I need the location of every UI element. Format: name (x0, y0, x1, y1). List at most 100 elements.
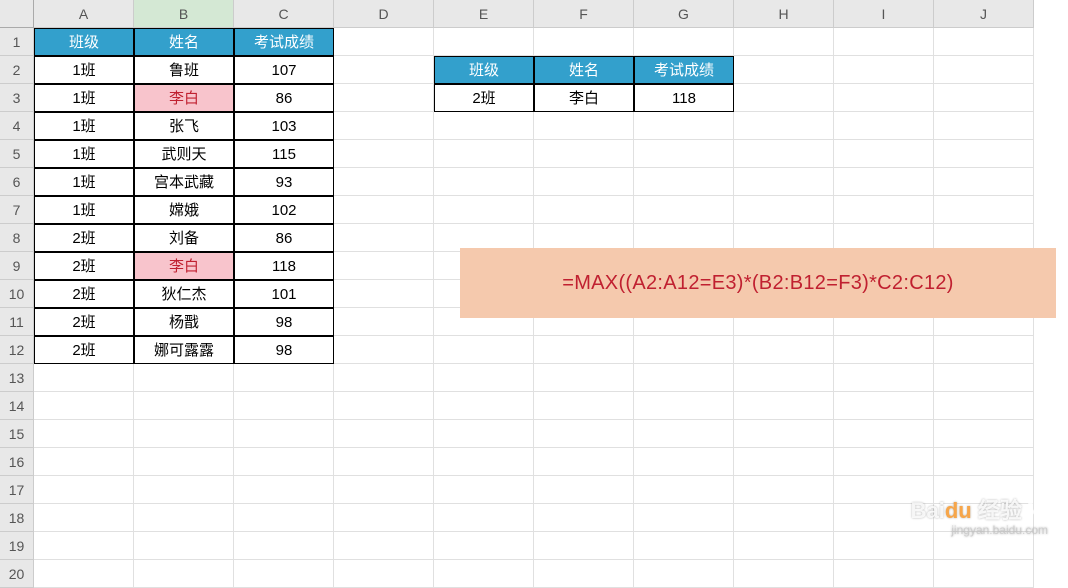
cell-A15[interactable] (34, 420, 134, 448)
column-header-G[interactable]: G (634, 0, 734, 28)
cell-E19[interactable] (434, 532, 534, 560)
row-header-20[interactable]: 20 (0, 560, 34, 588)
cell-C14[interactable] (234, 392, 334, 420)
cell-G13[interactable] (634, 364, 734, 392)
main-name-12[interactable]: 娜可露露 (134, 336, 234, 364)
lookup-class[interactable]: 2班 (434, 84, 534, 112)
cell-E4[interactable] (434, 112, 534, 140)
cell-H18[interactable] (734, 504, 834, 532)
cell-D20[interactable] (334, 560, 434, 588)
cell-I3[interactable] (834, 84, 934, 112)
main-class-3[interactable]: 1班 (34, 84, 134, 112)
main-name-11[interactable]: 杨戬 (134, 308, 234, 336)
column-header-E[interactable]: E (434, 0, 534, 28)
cell-E14[interactable] (434, 392, 534, 420)
cell-D13[interactable] (334, 364, 434, 392)
cell-G20[interactable] (634, 560, 734, 588)
cell-D12[interactable] (334, 336, 434, 364)
lookup-name[interactable]: 李白 (534, 84, 634, 112)
cell-H4[interactable] (734, 112, 834, 140)
cell-F13[interactable] (534, 364, 634, 392)
main-name-8[interactable]: 刘备 (134, 224, 234, 252)
cell-H12[interactable] (734, 336, 834, 364)
cell-H6[interactable] (734, 168, 834, 196)
cell-I7[interactable] (834, 196, 934, 224)
cell-I6[interactable] (834, 168, 934, 196)
cell-B20[interactable] (134, 560, 234, 588)
cell-D2[interactable] (334, 56, 434, 84)
row-header-19[interactable]: 19 (0, 532, 34, 560)
cell-J1[interactable] (934, 28, 1034, 56)
cell-F18[interactable] (534, 504, 634, 532)
cell-H13[interactable] (734, 364, 834, 392)
main-class-9[interactable]: 2班 (34, 252, 134, 280)
cell-B15[interactable] (134, 420, 234, 448)
cell-D7[interactable] (334, 196, 434, 224)
cell-B19[interactable] (134, 532, 234, 560)
cell-J14[interactable] (934, 392, 1034, 420)
main-score-11[interactable]: 98 (234, 308, 334, 336)
cell-I1[interactable] (834, 28, 934, 56)
cell-E13[interactable] (434, 364, 534, 392)
cell-G4[interactable] (634, 112, 734, 140)
column-header-I[interactable]: I (834, 0, 934, 28)
cell-J3[interactable] (934, 84, 1034, 112)
cell-J2[interactable] (934, 56, 1034, 84)
main-name-7[interactable]: 嫦娥 (134, 196, 234, 224)
main-class-11[interactable]: 2班 (34, 308, 134, 336)
cell-I15[interactable] (834, 420, 934, 448)
cell-C18[interactable] (234, 504, 334, 532)
cell-H2[interactable] (734, 56, 834, 84)
cell-C20[interactable] (234, 560, 334, 588)
main-class-4[interactable]: 1班 (34, 112, 134, 140)
cell-I2[interactable] (834, 56, 934, 84)
cell-H7[interactable] (734, 196, 834, 224)
cell-I20[interactable] (834, 560, 934, 588)
column-header-C[interactable]: C (234, 0, 334, 28)
cell-F16[interactable] (534, 448, 634, 476)
lookup-header-1[interactable]: 姓名 (534, 56, 634, 84)
cell-A17[interactable] (34, 476, 134, 504)
cell-J7[interactable] (934, 196, 1034, 224)
row-header-8[interactable]: 8 (0, 224, 34, 252)
main-score-12[interactable]: 98 (234, 336, 334, 364)
main-class-2[interactable]: 1班 (34, 56, 134, 84)
main-score-6[interactable]: 93 (234, 168, 334, 196)
lookup-header-0[interactable]: 班级 (434, 56, 534, 84)
lookup-header-2[interactable]: 考试成绩 (634, 56, 734, 84)
main-score-3[interactable]: 86 (234, 84, 334, 112)
row-header-12[interactable]: 12 (0, 336, 34, 364)
cell-E6[interactable] (434, 168, 534, 196)
main-score-5[interactable]: 115 (234, 140, 334, 168)
lookup-score[interactable]: 118 (634, 84, 734, 112)
cell-G16[interactable] (634, 448, 734, 476)
cell-A20[interactable] (34, 560, 134, 588)
row-header-7[interactable]: 7 (0, 196, 34, 224)
cell-D14[interactable] (334, 392, 434, 420)
cell-C16[interactable] (234, 448, 334, 476)
cell-D3[interactable] (334, 84, 434, 112)
main-class-8[interactable]: 2班 (34, 224, 134, 252)
row-header-11[interactable]: 11 (0, 308, 34, 336)
cell-D4[interactable] (334, 112, 434, 140)
main-name-3[interactable]: 李白 (134, 84, 234, 112)
row-header-14[interactable]: 14 (0, 392, 34, 420)
cell-F17[interactable] (534, 476, 634, 504)
main-score-7[interactable]: 102 (234, 196, 334, 224)
row-header-3[interactable]: 3 (0, 84, 34, 112)
row-header-16[interactable]: 16 (0, 448, 34, 476)
select-all-corner[interactable] (0, 0, 34, 28)
cell-D5[interactable] (334, 140, 434, 168)
row-header-18[interactable]: 18 (0, 504, 34, 532)
cell-J16[interactable] (934, 448, 1034, 476)
main-class-7[interactable]: 1班 (34, 196, 134, 224)
cell-B13[interactable] (134, 364, 234, 392)
cell-J5[interactable] (934, 140, 1034, 168)
cell-A16[interactable] (34, 448, 134, 476)
row-header-2[interactable]: 2 (0, 56, 34, 84)
cell-D9[interactable] (334, 252, 434, 280)
cell-J4[interactable] (934, 112, 1034, 140)
main-score-2[interactable]: 107 (234, 56, 334, 84)
cell-I16[interactable] (834, 448, 934, 476)
cell-A13[interactable] (34, 364, 134, 392)
